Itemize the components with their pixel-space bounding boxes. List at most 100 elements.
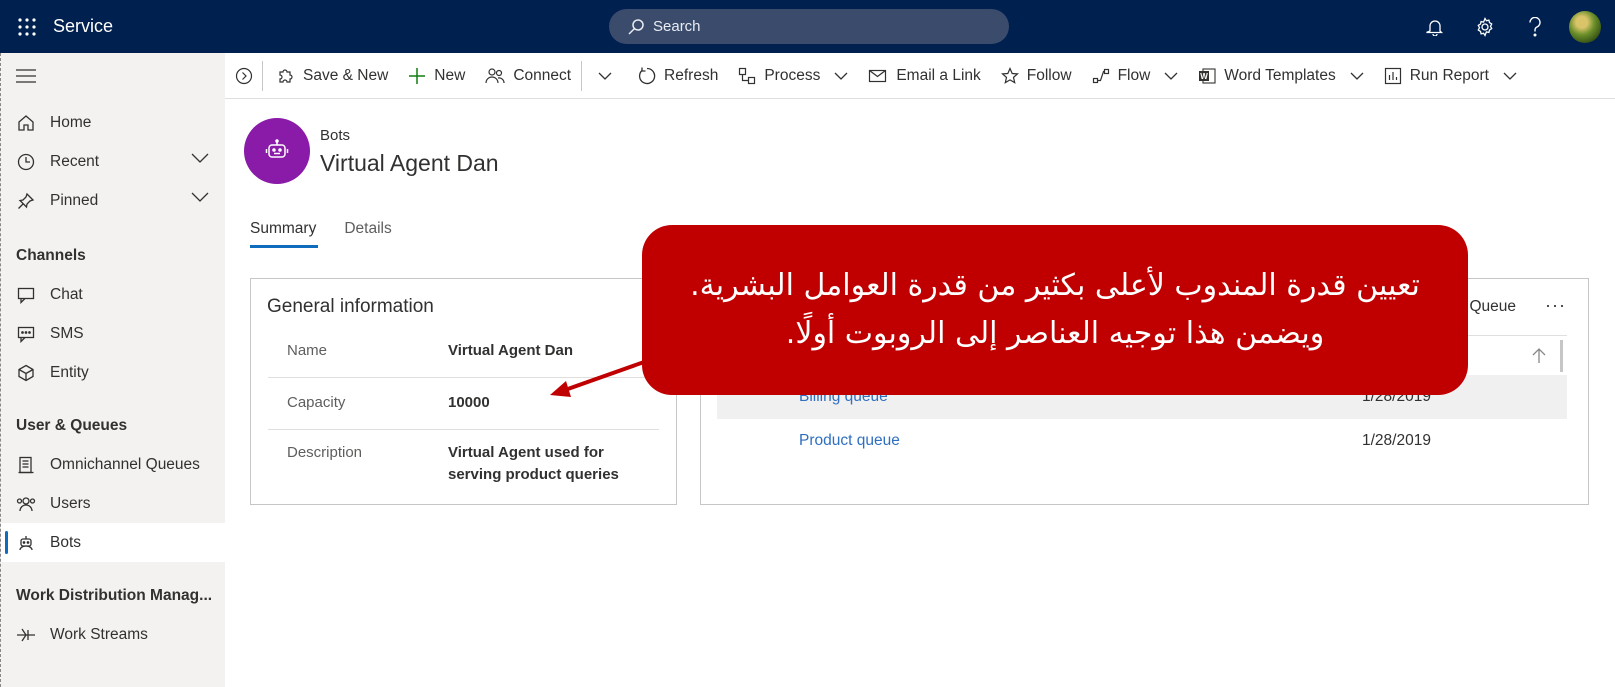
tab-details[interactable]: Details [344, 220, 391, 248]
sidebar-item-label: Recent [50, 152, 100, 170]
process-button[interactable]: Process [728, 53, 858, 99]
search-box[interactable]: Search [609, 9, 1009, 44]
word-icon: W [1198, 67, 1216, 85]
sidebar-item-users[interactable]: Users [1, 484, 225, 523]
record-title: Virtual Agent Dan [320, 150, 499, 176]
bot-icon [264, 138, 290, 164]
svg-text:W: W [1201, 72, 1209, 81]
chevron-down-icon[interactable] [582, 53, 628, 99]
users-icon [16, 494, 36, 514]
sidebar-item-chat[interactable]: Chat [1, 275, 225, 314]
sidebar-item-bots[interactable]: Bots [1, 523, 225, 562]
bot-icon [16, 533, 36, 553]
process-icon [738, 67, 756, 85]
sidebar-item-label: Users [50, 494, 91, 512]
gear-icon[interactable] [1460, 0, 1510, 53]
section-title: General information [267, 296, 434, 317]
flow-label: Flow [1117, 66, 1151, 84]
top-bar: Service Search [0, 0, 1615, 53]
tab-summary[interactable]: Summary [250, 220, 319, 248]
app-name[interactable]: Service [53, 16, 113, 37]
sidebar: Home Recent Pinned Channels Chat SMS Ent… [0, 53, 225, 687]
collapse-panel-button[interactable] [225, 53, 262, 99]
table-row[interactable]: Product queue 1/28/2019 [717, 419, 1567, 463]
app-launcher-waffle-icon[interactable] [0, 0, 53, 53]
chevron-down-icon[interactable] [1164, 72, 1178, 80]
sidebar-item-sms[interactable]: SMS [1, 314, 225, 353]
follow-label: Follow [1026, 66, 1072, 84]
email-link-button[interactable]: Email a Link [858, 53, 990, 99]
field-value[interactable]: Virtual Agent Dan [448, 340, 648, 362]
refresh-icon [638, 67, 656, 85]
sidebar-item-pinned[interactable]: Pinned [1, 181, 225, 220]
field-description-row: Description Virtual Agent used for servi… [268, 430, 659, 490]
refresh-button[interactable]: Refresh [628, 53, 728, 99]
flow-icon [1092, 67, 1110, 85]
more-options-icon[interactable]: ··· [1545, 295, 1566, 316]
sidebar-item-recent[interactable]: Recent [1, 142, 225, 181]
chevron-down-icon[interactable] [834, 72, 848, 80]
sidebar-item-omnichannel-queues[interactable]: Omnichannel Queues [1, 445, 225, 484]
word-templates-button[interactable]: W Word Templates [1188, 53, 1373, 99]
chevron-right-circle-icon [235, 67, 253, 85]
connect-button[interactable]: Connect [475, 53, 581, 99]
cube-icon [16, 363, 36, 383]
field-name-row: Name Virtual Agent Dan [268, 326, 659, 378]
sidebar-item-label: Omnichannel Queues [50, 455, 200, 473]
sidebar-item-label: Pinned [50, 191, 99, 209]
hamburger-menu-icon[interactable] [1, 53, 225, 99]
scrollbar[interactable] [1560, 340, 1563, 372]
chevron-down-icon[interactable] [191, 153, 209, 163]
queue-icon [16, 455, 36, 475]
field-capacity-row: Capacity 10000 [268, 378, 659, 430]
chevron-down-icon[interactable] [191, 192, 209, 202]
save-and-new-button[interactable]: Save & New [263, 53, 398, 99]
puzzle-icon [277, 67, 295, 85]
connect-people-icon [485, 67, 505, 85]
follow-button[interactable]: Follow [991, 53, 1082, 99]
home-icon [16, 113, 36, 133]
field-label: Capacity [287, 394, 346, 411]
run-report-button[interactable]: Run Report [1374, 53, 1527, 99]
sidebar-item-label: Home [50, 113, 92, 131]
search-placeholder: Search [653, 18, 701, 35]
entity-label: Bots [320, 127, 351, 144]
queue-date: 1/28/2019 [1362, 432, 1431, 449]
field-value[interactable]: Virtual Agent used for serving product q… [448, 442, 648, 486]
pin-icon [16, 191, 36, 211]
workstream-icon [16, 625, 36, 645]
chevron-down-icon[interactable] [1350, 72, 1364, 80]
section-title: Queue [1469, 298, 1516, 315]
sidebar-item-work-streams[interactable]: Work Streams [1, 615, 225, 654]
sidebar-item-entity[interactable]: Entity [1, 353, 225, 392]
email-icon [868, 68, 888, 84]
command-bar: Save & New New Connect Refresh Process E… [225, 53, 1615, 99]
sms-icon [16, 324, 36, 344]
flow-button[interactable]: Flow [1082, 53, 1189, 99]
avatar[interactable] [1569, 10, 1601, 43]
save-and-new-label: Save & New [303, 66, 389, 84]
sidebar-item-label: Bots [50, 533, 82, 551]
help-icon[interactable] [1510, 0, 1560, 53]
bell-icon[interactable] [1410, 0, 1460, 53]
sidebar-item-label: SMS [50, 324, 84, 342]
chevron-down-icon[interactable] [1503, 72, 1517, 80]
tab-bar: Summary Details [250, 220, 420, 248]
search-icon [627, 18, 653, 36]
arrow-up-icon[interactable] [1531, 348, 1547, 364]
connect-label: Connect [513, 66, 572, 84]
refresh-label: Refresh [664, 66, 719, 84]
run-report-label: Run Report [1409, 66, 1489, 84]
sidebar-item-label: Chat [50, 285, 83, 303]
callout-line: ويضمن هذا توجيه العناصر إلى الروبوت أولً… [785, 316, 1325, 351]
nav-group-user-queues: User & Queues [16, 416, 128, 434]
chat-icon [16, 285, 36, 305]
plus-icon [408, 67, 426, 85]
field-value[interactable]: 10000 [448, 392, 648, 414]
queue-name-link[interactable]: Product queue [799, 432, 900, 450]
new-button[interactable]: New [398, 53, 475, 99]
email-link-label: Email a Link [896, 66, 981, 84]
field-label: Description [287, 444, 363, 461]
nav-group-channels: Channels [16, 246, 86, 264]
sidebar-item-home[interactable]: Home [1, 103, 225, 142]
